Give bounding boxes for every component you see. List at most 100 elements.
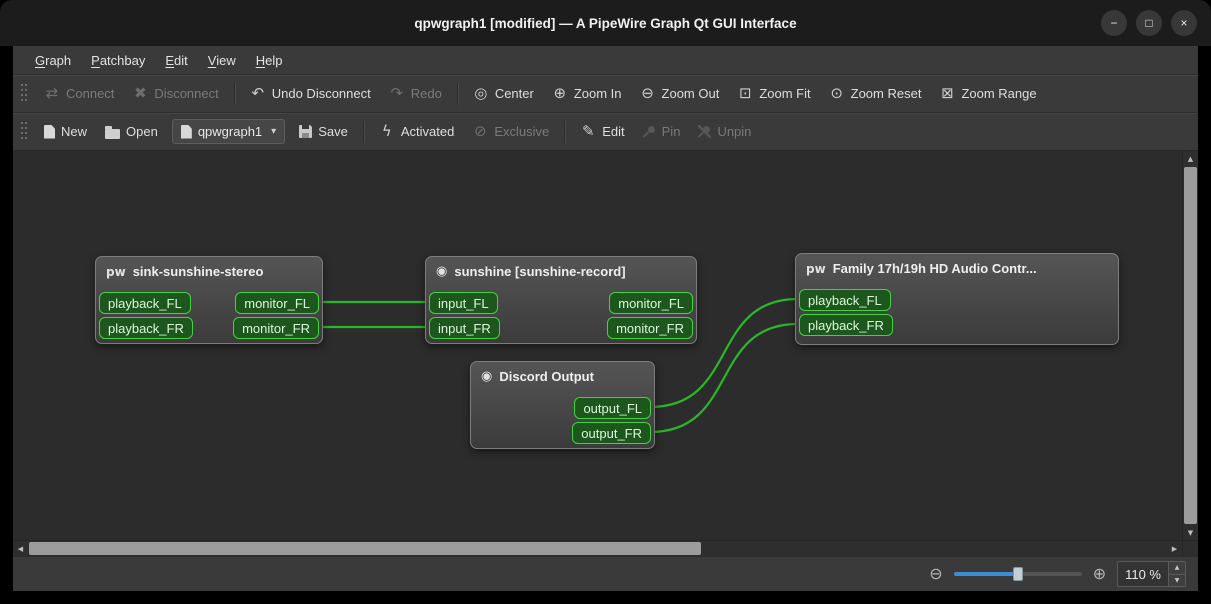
port-input_FL[interactable]: input_FL — [429, 292, 498, 314]
port-playback_FR[interactable]: playback_FR — [99, 317, 193, 339]
graph-node-family[interactable]: pw Family 17h/19h HD Audio Contr... playba… — [795, 253, 1119, 345]
node-title: Family 17h/19h HD Audio Contr... — [832, 261, 1037, 276]
menu-view[interactable]: View — [198, 50, 246, 71]
port-playback_FL[interactable]: playback_FL — [99, 292, 191, 314]
undo-disconnect-button[interactable]: ↶ Undo Disconnect — [242, 81, 379, 106]
menu-patchbay[interactable]: Patchbay — [81, 50, 155, 71]
statusbar: ⊖ ⊕ 110 % ▲ ▼ — [13, 556, 1198, 591]
toolbar-separator — [362, 120, 364, 143]
horizontal-scroll-thumb[interactable] — [29, 542, 701, 555]
edit-button[interactable]: ✎ Edit — [572, 119, 632, 144]
redo-label: Redo — [410, 86, 442, 101]
disconnect-icon: ✖ — [134, 84, 147, 102]
chevron-down-icon: ▾ — [271, 126, 277, 137]
port-input_FR[interactable]: input_FR — [429, 317, 500, 339]
scroll-left-button[interactable]: ◀ — [13, 541, 28, 556]
graph-canvas[interactable]: pw sink-sunshine-stereo playback_FL playbac… — [13, 151, 1182, 540]
application-node-icon: ◉ — [436, 264, 448, 279]
scroll-left-icon: ◀ — [17, 544, 24, 553]
save-button[interactable]: Save — [291, 119, 356, 144]
vertical-scroll-track[interactable] — [1183, 166, 1198, 525]
activated-label: Activated — [400, 124, 455, 139]
pipewire-node-icon: pw — [806, 261, 826, 276]
window-content: Graph Patchbay Edit View Help ⇄ Connect … — [13, 46, 1198, 591]
redo-button[interactable]: ↷ Redo — [381, 81, 450, 106]
horizontal-scrollbar[interactable]: ◀ ▶ — [13, 540, 1198, 556]
scroll-right-icon: ▶ — [1171, 544, 1178, 553]
port-output_FL[interactable]: output_FL — [574, 397, 651, 419]
zoom-value[interactable]: 110 % — [1118, 562, 1168, 586]
center-button[interactable]: ◎ Center — [465, 81, 542, 106]
port-playback_FR[interactable]: playback_FR — [799, 314, 893, 336]
zoom-out-icon: ⊖ — [641, 84, 654, 102]
graph-node-discord[interactable]: ◉ Discord Output output_FL output_FR — [470, 361, 655, 449]
toolbar-graph: ⇄ Connect ✖ Disconnect ↶ Undo Disconnect… — [13, 74, 1198, 112]
open-button[interactable]: Open — [97, 119, 166, 144]
zoom-range-button[interactable]: ⊠ Zoom Range — [931, 81, 1044, 106]
port-monitor_FL[interactable]: monitor_FL — [609, 292, 693, 314]
zoom-slider-handle[interactable] — [1012, 567, 1023, 581]
status-zoom-out-icon[interactable]: ⊖ — [929, 566, 942, 582]
graph-node-sink[interactable]: pw sink-sunshine-stereo playback_FL playbac… — [95, 256, 323, 344]
unpin-button[interactable]: Unpin — [690, 119, 759, 144]
zoom-out-label: Zoom Out — [661, 86, 720, 101]
status-zoom-in-icon[interactable]: ⊕ — [1093, 566, 1106, 582]
toolbar-drag-handle[interactable] — [21, 83, 27, 104]
port-monitor_FR[interactable]: monitor_FR — [607, 317, 693, 339]
close-button[interactable]: × — [1171, 10, 1197, 36]
canvas-row: pw sink-sunshine-stereo playback_FL playbac… — [13, 150, 1198, 540]
menu-graph[interactable]: Graph — [25, 50, 81, 71]
scroll-down-icon: ▼ — [1187, 528, 1194, 537]
toolbar-separator — [233, 82, 235, 105]
vertical-scrollbar[interactable]: ▲ ▼ — [1182, 151, 1198, 540]
zoom-spin-up-button[interactable]: ▲ — [1169, 562, 1185, 574]
port-playback_FL[interactable]: playback_FL — [799, 289, 891, 311]
node-header: ◉ Discord Output — [471, 362, 654, 384]
zoom-fit-icon: ⊡ — [739, 84, 752, 102]
close-icon: × — [1180, 16, 1188, 30]
center-icon: ◎ — [474, 84, 488, 102]
zoom-out-button[interactable]: ⊖ Zoom Out — [632, 81, 728, 106]
zoom-in-button[interactable]: ⊕ Zoom In — [544, 81, 630, 106]
pin-button[interactable]: Pin — [635, 119, 689, 144]
maximize-button[interactable]: □ — [1136, 10, 1162, 36]
node-title: sink-sunshine-stereo — [132, 264, 264, 279]
pin-label: Pin — [661, 124, 681, 139]
node-title: Discord Output — [499, 369, 594, 384]
scroll-down-button[interactable]: ▼ — [1183, 525, 1198, 540]
disconnect-button[interactable]: ✖ Disconnect — [124, 81, 226, 106]
toolbar-separator — [564, 120, 566, 143]
vertical-scroll-thumb[interactable] — [1184, 167, 1197, 524]
scrollbar-corner — [1182, 541, 1198, 556]
open-folder-icon — [105, 125, 121, 139]
menu-help[interactable]: Help — [246, 50, 293, 71]
zoom-slider[interactable] — [953, 566, 1082, 582]
zoom-reset-button[interactable]: ⊙ Zoom Reset — [821, 81, 930, 106]
scroll-right-button[interactable]: ▶ — [1167, 541, 1182, 556]
graph-node-sunshine[interactable]: ◉ sunshine [sunshine-record] input_FL input… — [425, 256, 697, 344]
zoom-reset-icon: ⊙ — [830, 84, 843, 102]
patchbay-combo[interactable]: qpwgraph1 ▾ — [171, 119, 286, 144]
zoom-spinbox[interactable]: 110 % ▲ ▼ — [1117, 561, 1186, 587]
activated-button[interactable]: ϟ Activated — [371, 119, 462, 144]
horizontal-scroll-track[interactable] — [28, 541, 1167, 556]
undo-icon: ↶ — [251, 84, 265, 102]
exclusive-button[interactable]: ⊘ Exclusive — [464, 119, 557, 144]
toolbar-drag-handle[interactable] — [21, 121, 27, 142]
toolbar-separator — [456, 82, 458, 105]
connect-icon: ⇄ — [45, 84, 59, 102]
port-monitor_FR[interactable]: monitor_FR — [233, 317, 319, 339]
graph-edges — [316, 297, 800, 434]
port-output_FR[interactable]: output_FR — [572, 422, 651, 444]
center-label: Center — [494, 86, 534, 101]
connect-button[interactable]: ⇄ Connect — [36, 81, 122, 106]
zoom-spin-down-button[interactable]: ▼ — [1169, 573, 1185, 586]
patchbay-combo-value: qpwgraph1 — [197, 124, 263, 139]
zoom-in-icon: ⊕ — [553, 84, 567, 102]
scroll-up-button[interactable]: ▲ — [1183, 151, 1198, 166]
minimize-button[interactable]: − — [1101, 10, 1127, 36]
zoom-fit-button[interactable]: ⊡ Zoom Fit — [729, 81, 818, 106]
menu-edit[interactable]: Edit — [155, 50, 197, 71]
port-monitor_FL[interactable]: monitor_FL — [235, 292, 319, 314]
new-button[interactable]: New — [36, 119, 95, 144]
